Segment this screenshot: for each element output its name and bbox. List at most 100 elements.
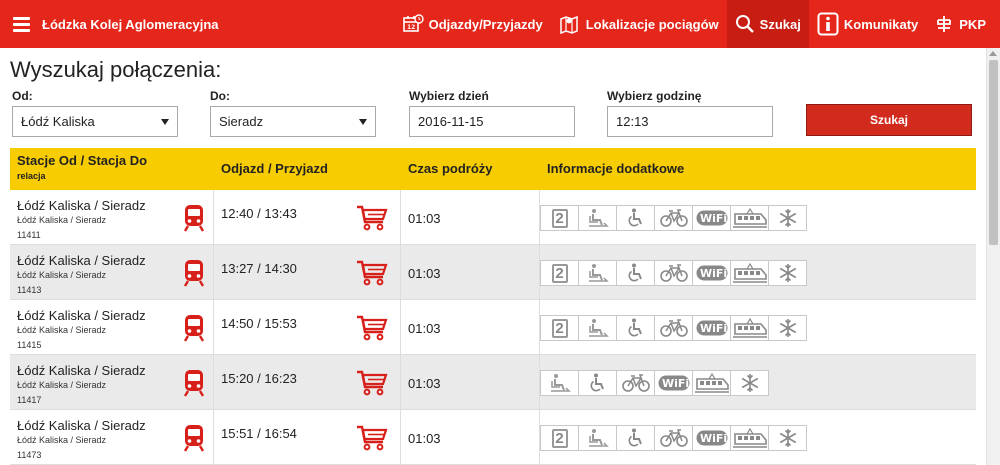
nav-item-search[interactable]: Szukaj bbox=[726, 0, 809, 48]
table-row[interactable]: Łódź Kaliska / Sieradz Łódź Kaliska / Si… bbox=[10, 300, 976, 355]
travel-duration: 01:03 bbox=[408, 211, 441, 226]
wheelchair-icon bbox=[616, 260, 655, 286]
svg-text:WiFi: WiFi bbox=[700, 432, 727, 445]
time-field: Wybierz godzinę 12:13 bbox=[607, 88, 773, 137]
times-cell: 14:50 / 15:53 bbox=[214, 300, 401, 355]
nav-item-departures[interactable]: 12 Odjazdy/Przyjazdy bbox=[394, 0, 551, 48]
train-number: 11415 bbox=[17, 340, 42, 350]
departure-arrival-time: 13:27 / 14:30 bbox=[221, 261, 297, 276]
wheelchair-icon bbox=[616, 425, 655, 451]
train-icon bbox=[183, 424, 205, 457]
air-conditioning-icon bbox=[768, 205, 807, 231]
search-button[interactable]: Szukaj bbox=[806, 104, 972, 136]
header-duration-label: Czas podróży bbox=[408, 161, 493, 176]
header-times-label: Odjazd / Przyjazd bbox=[221, 161, 328, 176]
scrollbar-thumb[interactable] bbox=[989, 60, 998, 245]
connections-table: Stacje Od / Stacja Do relacja Odjazd / P… bbox=[10, 148, 976, 465]
nav-label: PKP bbox=[959, 16, 986, 32]
nav-label: Szukaj bbox=[759, 16, 801, 32]
main-nav: 12 Odjazdy/Przyjazdy Lokalizacje pociągó… bbox=[394, 0, 1000, 48]
shopping-cart-icon[interactable] bbox=[356, 424, 388, 457]
table-row[interactable]: Łódź Kaliska / Sieradz Łódź Kaliska / Si… bbox=[10, 190, 976, 245]
train-car-icon bbox=[692, 370, 731, 396]
stations-cell: Łódź Kaliska / Sieradz Łódź Kaliska / Si… bbox=[10, 300, 214, 355]
train-icon bbox=[183, 369, 205, 402]
header-stations: Stacje Od / Stacja Do relacja bbox=[10, 148, 214, 190]
shopping-cart-icon[interactable] bbox=[356, 259, 388, 292]
class-2-badge: 2 bbox=[540, 425, 579, 451]
scroll-up-arrow-icon[interactable] bbox=[989, 51, 997, 56]
brand-title[interactable]: Łódzka Kolej Aglomeracyjna bbox=[42, 17, 394, 32]
nav-item-pkp[interactable]: PKP bbox=[926, 0, 1000, 48]
seat-reservation-icon bbox=[578, 425, 617, 451]
nav-label: Lokalizacje pociągów bbox=[585, 16, 719, 32]
duration-cell: 01:03 bbox=[401, 355, 540, 410]
wheelchair-icon bbox=[616, 205, 655, 231]
times-cell: 15:51 / 16:54 bbox=[214, 410, 401, 465]
class-2-badge: 2 bbox=[540, 260, 579, 286]
seat-reservation-icon bbox=[578, 205, 617, 231]
calendar-icon: 12 bbox=[402, 14, 424, 32]
chevron-down-icon bbox=[161, 118, 169, 125]
time-input[interactable]: 12:13 bbox=[607, 106, 773, 137]
day-value: 2016-11-15 bbox=[418, 114, 484, 129]
svg-text:WiFi: WiFi bbox=[700, 212, 727, 225]
pkp-logo-icon bbox=[937, 16, 952, 32]
time-label: Wybierz godzinę bbox=[607, 89, 702, 103]
bicycle-icon bbox=[654, 260, 693, 286]
duration-cell: 01:03 bbox=[401, 245, 540, 300]
wifi-icon: WiFi bbox=[692, 260, 731, 286]
to-value: Sieradz bbox=[219, 114, 264, 129]
route-relation: Łódź Kaliska / Sieradz bbox=[17, 325, 107, 335]
seat-reservation-icon bbox=[578, 260, 617, 286]
hamburger-menu-icon[interactable] bbox=[0, 0, 42, 48]
bicycle-icon bbox=[654, 315, 693, 341]
travel-duration: 01:03 bbox=[408, 431, 441, 446]
main-content: Wyszukaj połączenia: Od: Łódź Kaliska Do… bbox=[10, 48, 976, 146]
search-icon bbox=[735, 15, 754, 33]
to-select[interactable]: Sieradz bbox=[210, 106, 376, 137]
from-select[interactable]: Łódź Kaliska bbox=[12, 106, 178, 137]
travel-duration: 01:03 bbox=[408, 266, 441, 281]
departure-arrival-time: 12:40 / 13:43 bbox=[221, 206, 297, 221]
info-cell: 2 WiFi bbox=[540, 410, 976, 465]
times-cell: 15:20 / 16:23 bbox=[214, 355, 401, 410]
route-name: Łódź Kaliska / Sieradz bbox=[17, 198, 146, 213]
travel-duration: 01:03 bbox=[408, 376, 441, 391]
duration-cell: 01:03 bbox=[401, 190, 540, 245]
shopping-cart-icon[interactable] bbox=[356, 314, 388, 347]
map-icon bbox=[559, 15, 578, 35]
wheelchair-icon bbox=[616, 315, 655, 341]
shopping-cart-icon[interactable] bbox=[356, 204, 388, 237]
route-name: Łódź Kaliska / Sieradz bbox=[17, 418, 146, 433]
wifi-icon: WiFi bbox=[654, 370, 693, 396]
departure-arrival-time: 14:50 / 15:53 bbox=[221, 316, 297, 331]
train-number: 11413 bbox=[17, 285, 42, 295]
seat-reservation-icon bbox=[540, 370, 579, 396]
info-cell: 2 WiFi bbox=[540, 245, 976, 300]
page-title: Wyszukaj połączenia: bbox=[10, 57, 222, 82]
stations-cell: Łódź Kaliska / Sieradz Łódź Kaliska / Si… bbox=[10, 410, 214, 465]
route-relation: Łódź Kaliska / Sieradz bbox=[17, 435, 107, 445]
day-label: Wybierz dzień bbox=[409, 89, 489, 103]
bicycle-icon bbox=[616, 370, 655, 396]
day-input[interactable]: 2016-11-15 bbox=[409, 106, 575, 137]
bicycle-icon bbox=[654, 205, 693, 231]
from-label: Od: bbox=[12, 89, 33, 103]
table-row[interactable]: Łódź Kaliska / Sieradz Łódź Kaliska / Si… bbox=[10, 355, 976, 410]
from-field: Od: Łódź Kaliska bbox=[12, 88, 178, 137]
svg-text:WiFi: WiFi bbox=[700, 322, 727, 335]
nav-item-train-locations[interactable]: Lokalizacje pociągów bbox=[551, 0, 727, 48]
nav-item-announcements[interactable]: Komunikaty bbox=[809, 0, 926, 48]
header-info: Informacje dodatkowe bbox=[540, 148, 976, 190]
table-row[interactable]: Łódź Kaliska / Sieradz Łódź Kaliska / Si… bbox=[10, 410, 976, 465]
table-row[interactable]: Łódź Kaliska / Sieradz Łódź Kaliska / Si… bbox=[10, 245, 976, 300]
day-field: Wybierz dzień 2016-11-15 bbox=[409, 88, 575, 137]
departure-arrival-time: 15:20 / 16:23 bbox=[221, 371, 297, 386]
svg-text:12: 12 bbox=[407, 24, 415, 31]
train-car-icon bbox=[730, 425, 769, 451]
header-times: Odjazd / Przyjazd bbox=[214, 148, 401, 190]
train-car-icon bbox=[730, 205, 769, 231]
air-conditioning-icon bbox=[730, 370, 769, 396]
shopping-cart-icon[interactable] bbox=[356, 369, 388, 402]
